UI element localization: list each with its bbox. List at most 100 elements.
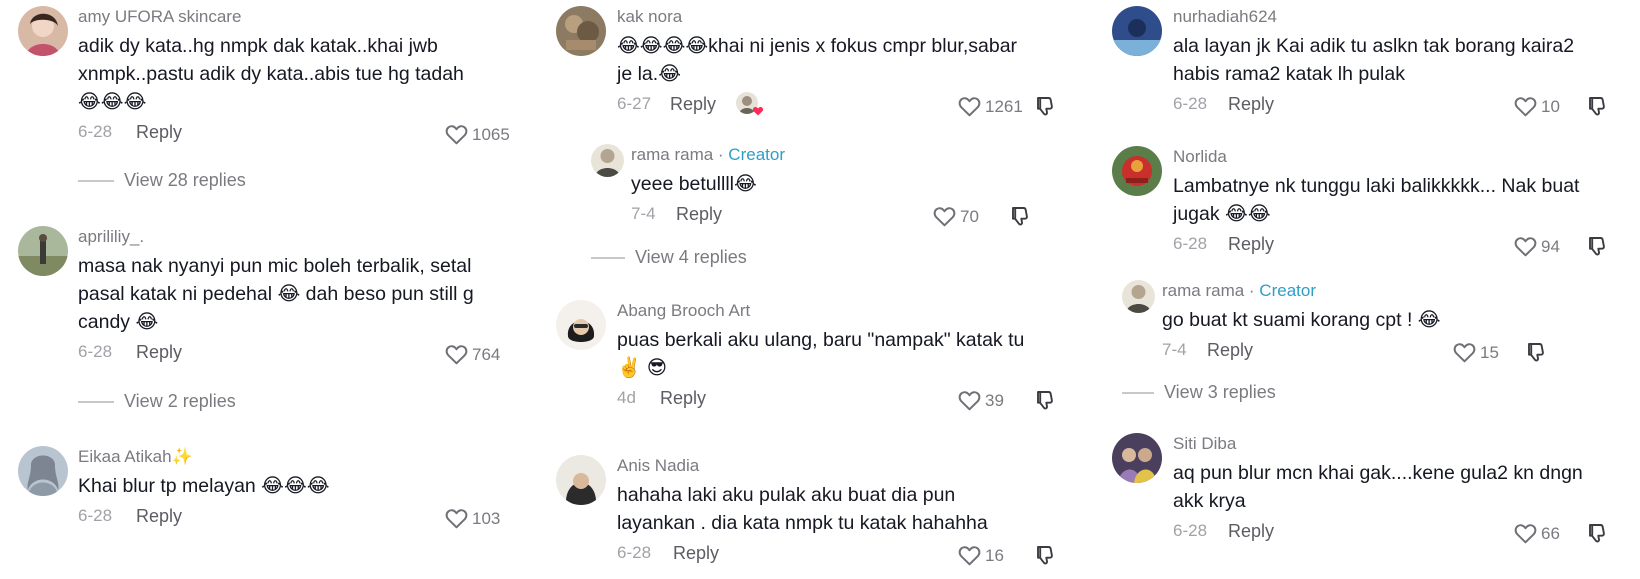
avatar[interactable] (1122, 280, 1155, 313)
reply-button[interactable]: Reply (676, 204, 722, 225)
like-count: 764 (472, 344, 501, 364)
username[interactable]: aprililiy_. (78, 226, 474, 248)
username[interactable]: Norlida (1173, 146, 1579, 168)
avatar[interactable] (18, 226, 68, 276)
like-button[interactable]: 39 (957, 388, 1004, 413)
thumb-down-icon (1009, 204, 1033, 228)
heart-icon (957, 543, 982, 568)
dislike-button[interactable] (1525, 340, 1549, 369)
like-button[interactable]: 70 (932, 204, 979, 229)
avatar[interactable] (18, 446, 68, 496)
avatar[interactable] (1112, 146, 1162, 196)
comment-date: 6-28 (1173, 521, 1208, 540)
avatar[interactable] (591, 144, 624, 177)
dislike-button[interactable] (1586, 94, 1610, 123)
creator-heart-icon (752, 102, 764, 116)
heart-icon (444, 506, 469, 531)
view-replies-label: View 2 replies (124, 391, 236, 411)
comment-text-line: hahaha laki aku pulak aku buat dia pun (617, 484, 956, 506)
reply-button[interactable]: Reply (1228, 94, 1274, 115)
like-button[interactable]: 16 (957, 543, 1004, 568)
heart-icon (1513, 234, 1538, 259)
panel-divider (544, 0, 556, 579)
reply-button[interactable]: Reply (673, 543, 719, 564)
like-button[interactable]: 66 (1513, 521, 1560, 546)
like-count: 15 (1480, 342, 1499, 362)
dislike-button[interactable] (1586, 521, 1610, 550)
comment-text-line: yeee betullll😂 (631, 173, 757, 195)
view-replies-button[interactable]: View 28 replies (78, 170, 246, 191)
reply-button[interactable]: Reply (1207, 340, 1253, 361)
heart-icon (1513, 521, 1538, 546)
avatar[interactable] (556, 6, 606, 56)
like-count: 10 (1541, 96, 1560, 116)
thumb-down-icon (1586, 234, 1610, 258)
like-count: 39 (985, 390, 1004, 410)
username-row: Eikaa Atikah✨ (78, 446, 330, 468)
avatar[interactable] (1112, 433, 1162, 483)
username[interactable]: amy UFORA skincare (78, 6, 464, 28)
username-row: rama rama · Creator (1162, 281, 1316, 300)
reply-button[interactable]: Reply (136, 122, 182, 143)
thumb-down-icon (1586, 521, 1610, 545)
username[interactable]: rama rama (631, 145, 713, 164)
comment-text-line: jugak 😂😂 (1173, 203, 1271, 225)
divider-line (78, 400, 114, 403)
dislike-button[interactable] (1586, 234, 1610, 263)
username-row: rama rama · Creator (631, 145, 785, 164)
view-replies-button[interactable]: View 4 replies (591, 247, 747, 268)
avatar[interactable] (1112, 6, 1162, 56)
username[interactable]: rama rama (1162, 281, 1244, 300)
comment-text-line: 😂😂😂😂khai ni jenis x fokus cmpr blur,saba… (617, 35, 1018, 57)
comment-panel-3: nurhadiah624 ala layan jk Kai adik tu as… (1112, 0, 1640, 579)
thumb-down-icon (1034, 94, 1058, 118)
heart-icon (444, 342, 469, 367)
like-button[interactable]: 94 (1513, 234, 1560, 259)
reply-button[interactable]: Reply (1228, 234, 1274, 255)
avatar[interactable] (556, 455, 606, 505)
dislike-button[interactable] (1009, 204, 1033, 233)
like-button[interactable]: 1065 (444, 122, 510, 147)
heart-icon (932, 204, 957, 229)
avatar[interactable] (18, 6, 68, 56)
username[interactable]: Anis Nadia (617, 455, 988, 477)
comment-text-line: adik dy kata..hg nmpk dak katak..khai jw… (78, 35, 438, 57)
like-button[interactable]: 764 (444, 342, 500, 367)
like-count: 103 (472, 508, 501, 528)
username[interactable]: Abang Brooch Art (617, 300, 1024, 322)
reply-button[interactable]: Reply (1228, 521, 1274, 542)
panel-divider (1100, 0, 1112, 579)
comment-date: 7-4 (631, 204, 656, 223)
like-button[interactable]: 10 (1513, 94, 1560, 119)
username[interactable]: nurhadiah624 (1173, 6, 1574, 28)
like-button[interactable]: 15 (1452, 340, 1499, 365)
view-replies-button[interactable]: View 3 replies (1122, 382, 1276, 403)
divider-line (1122, 391, 1154, 394)
dislike-button[interactable] (1034, 388, 1058, 417)
thumb-down-icon (1034, 543, 1058, 567)
username[interactable]: kak nora (617, 6, 1017, 28)
comment-date: 6-28 (78, 342, 113, 361)
reply-button[interactable]: Reply (136, 342, 182, 363)
dislike-button[interactable] (1034, 543, 1058, 572)
username[interactable]: Eikaa Atikah (78, 447, 172, 466)
avatar[interactable] (556, 300, 606, 350)
comment-text-line: puas berkali aku ulang, baru "nampak" ka… (617, 329, 1025, 351)
reply-button[interactable]: Reply (136, 506, 182, 527)
like-button[interactable]: 1261 (957, 94, 1023, 119)
reply-button[interactable]: Reply (670, 94, 716, 115)
comment-date: 4d (617, 388, 636, 407)
view-replies-button[interactable]: View 2 replies (78, 391, 236, 412)
reply-button[interactable]: Reply (660, 388, 706, 409)
comment-text-line: layankan . dia kata nmpk tu katak hahahh… (617, 512, 988, 534)
like-count: 1065 (472, 124, 510, 144)
username[interactable]: Siti Diba (1173, 433, 1583, 455)
like-button[interactable]: 103 (444, 506, 500, 531)
comment-text-line: je la.😂 (617, 63, 681, 85)
comment-text-line: xnmpk..pastu adik dy kata..abis tue hg t… (78, 63, 464, 85)
heart-icon (957, 388, 982, 413)
comment-text-line: pasal katak ni pedehal 😂 dah beso pun st… (78, 283, 474, 305)
sparkle-emoji: ✨ (171, 447, 193, 466)
dislike-button[interactable] (1034, 94, 1058, 123)
comment-date: 6-28 (1173, 234, 1208, 253)
